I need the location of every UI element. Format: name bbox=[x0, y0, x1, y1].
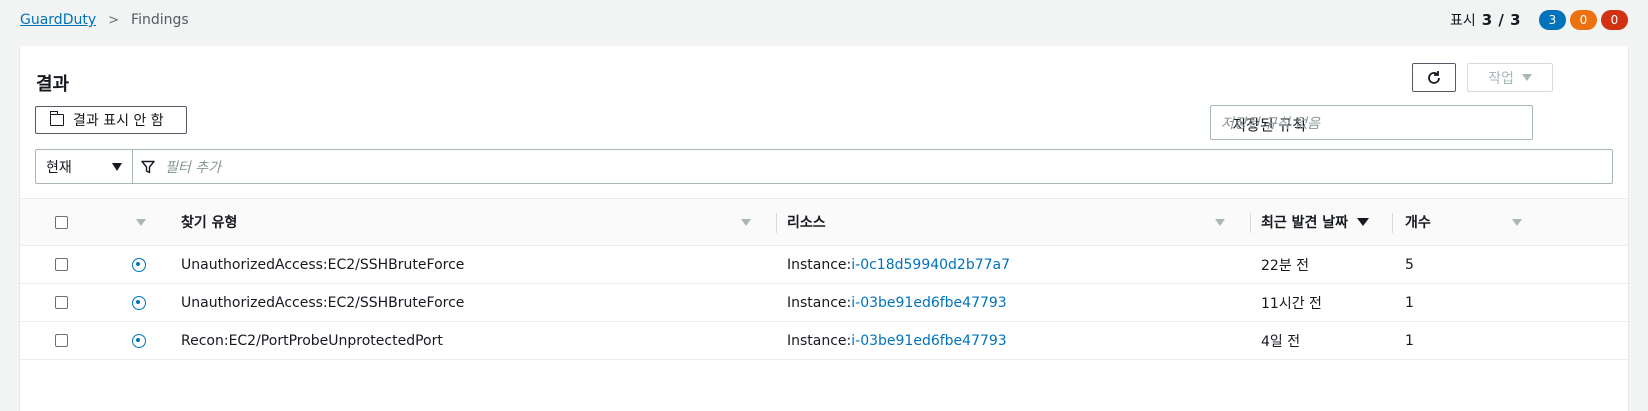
filter-input[interactable]: 필터 추가 bbox=[133, 150, 1612, 183]
resource-link[interactable]: i-03be91ed6fbe47793 bbox=[851, 295, 1006, 311]
resource-sort[interactable] bbox=[1215, 199, 1225, 245]
column-divider bbox=[776, 213, 777, 233]
resource-prefix: Instance: bbox=[787, 256, 852, 273]
finding-type-cell[interactable]: UnauthorizedAccess:EC2/SSHBruteForce bbox=[181, 284, 464, 321]
severity-cell bbox=[132, 322, 146, 359]
count-cell: 5 bbox=[1405, 256, 1414, 273]
findings-counter: 표시 3 / 3 3 0 0 bbox=[1450, 10, 1628, 30]
counter-label: 표시 bbox=[1449, 13, 1476, 29]
severity-cell bbox=[132, 284, 146, 321]
resource-prefix: Instance: bbox=[787, 294, 852, 311]
filter-status-value: 현재 bbox=[46, 159, 72, 176]
top-bar: GuardDuty > Findings 표시 3 / 3 3 0 0 bbox=[20, 0, 1628, 40]
last-seen-cell: 11시간 전 bbox=[1261, 295, 1322, 312]
row-checkbox[interactable] bbox=[55, 258, 68, 271]
low-severity-count-badge: 3 bbox=[1539, 10, 1566, 30]
sort-caret-icon bbox=[741, 218, 751, 226]
low-severity-icon bbox=[132, 257, 146, 272]
filter-placeholder: 필터 추가 bbox=[165, 159, 221, 176]
resource-prefix: Instance: bbox=[787, 332, 852, 349]
chevron-right-icon: > bbox=[108, 12, 120, 28]
severity-cell bbox=[132, 246, 146, 283]
saved-rules-select[interactable]: 저장된 규칙 없음 bbox=[1210, 105, 1533, 140]
sort-caret-icon bbox=[1357, 218, 1369, 226]
actions-label: 작업 bbox=[1488, 70, 1514, 87]
row-checkbox-cell bbox=[55, 284, 68, 321]
funnel-icon bbox=[141, 160, 155, 173]
resource-cell: Instance: i-03be91ed6fbe47793 bbox=[787, 322, 1007, 359]
header-finding-type[interactable]: 찾기 유형 bbox=[181, 199, 237, 245]
finding-type-cell[interactable]: Recon:EC2/PortProbeUnprotectedPort bbox=[181, 322, 443, 359]
column-divider bbox=[1250, 213, 1251, 233]
findings-panel: 결과 작업 결과 표시 안 함 저장된 규칙 저장된 규칙 없음 현재 필터 추… bbox=[20, 46, 1628, 411]
count-cell: 1 bbox=[1405, 294, 1414, 311]
sort-caret-icon bbox=[1215, 218, 1225, 226]
caret-down-icon bbox=[1521, 74, 1532, 81]
findings-table: 찾기 유형 리소스 최근 발견 날짜 개수 UnauthorizedAccess… bbox=[20, 198, 1628, 360]
severity-sort[interactable] bbox=[136, 199, 146, 245]
low-severity-icon bbox=[132, 333, 146, 348]
breadcrumb-current: Findings bbox=[131, 12, 189, 28]
header-last-seen[interactable]: 최근 발견 날짜 bbox=[1261, 199, 1348, 245]
row-checkbox[interactable] bbox=[55, 296, 68, 309]
breadcrumb: GuardDuty > Findings bbox=[20, 12, 189, 28]
high-severity-count-badge: 0 bbox=[1601, 10, 1628, 30]
suppress-findings-label: 결과 표시 안 함 bbox=[73, 113, 164, 129]
select-all-checkbox[interactable] bbox=[55, 215, 68, 229]
table-row[interactable]: UnauthorizedAccess:EC2/SSHBruteForce Ins… bbox=[20, 246, 1628, 284]
refresh-icon bbox=[1428, 70, 1440, 84]
resource-link[interactable]: i-0c18d59940d2b77a7 bbox=[851, 257, 1010, 273]
finding-type-sort[interactable] bbox=[741, 199, 751, 245]
medium-severity-count-badge: 0 bbox=[1570, 10, 1597, 30]
header-count[interactable]: 개수 bbox=[1405, 199, 1431, 245]
panel-title: 결과 bbox=[36, 74, 70, 95]
count-cell: 1 bbox=[1405, 332, 1414, 349]
actions-dropdown[interactable]: 작업 bbox=[1467, 63, 1553, 92]
table-header: 찾기 유형 리소스 최근 발견 날짜 개수 bbox=[20, 198, 1628, 246]
folder-icon bbox=[49, 111, 64, 126]
sort-caret-icon bbox=[136, 218, 146, 226]
counter-value: 3 / 3 bbox=[1481, 11, 1521, 29]
table-row[interactable]: UnauthorizedAccess:EC2/SSHBruteForce Ins… bbox=[20, 284, 1628, 322]
low-severity-icon bbox=[132, 295, 146, 310]
table-row[interactable]: Recon:EC2/PortProbeUnprotectedPort Insta… bbox=[20, 322, 1628, 360]
caret-down-icon bbox=[112, 162, 122, 171]
breadcrumb-guardduty-link[interactable]: GuardDuty bbox=[20, 12, 96, 28]
refresh-button[interactable] bbox=[1412, 63, 1456, 92]
last-seen-cell: 4일 전 bbox=[1261, 333, 1301, 350]
filter-bar: 현재 필터 추가 bbox=[35, 149, 1613, 184]
row-checkbox-cell bbox=[55, 246, 68, 283]
count-sort[interactable] bbox=[1512, 199, 1522, 245]
last-seen-cell: 22분 전 bbox=[1261, 257, 1310, 274]
finding-type-cell[interactable]: UnauthorizedAccess:EC2/SSHBruteForce bbox=[181, 246, 464, 283]
resource-link[interactable]: i-03be91ed6fbe47793 bbox=[851, 333, 1006, 349]
row-checkbox-cell bbox=[55, 322, 68, 359]
select-all-checkbox-cell bbox=[55, 199, 68, 245]
filter-status-select[interactable]: 현재 bbox=[36, 150, 133, 183]
resource-cell: Instance: i-03be91ed6fbe47793 bbox=[787, 284, 1007, 321]
resource-cell: Instance: i-0c18d59940d2b77a7 bbox=[787, 246, 1010, 283]
column-divider bbox=[1392, 213, 1393, 233]
header-resource[interactable]: 리소스 bbox=[787, 199, 826, 245]
row-checkbox[interactable] bbox=[55, 334, 68, 347]
sort-caret-icon bbox=[1512, 218, 1522, 226]
last-seen-sort[interactable] bbox=[1357, 199, 1369, 245]
suppress-findings-button[interactable]: 결과 표시 안 함 bbox=[35, 106, 187, 134]
